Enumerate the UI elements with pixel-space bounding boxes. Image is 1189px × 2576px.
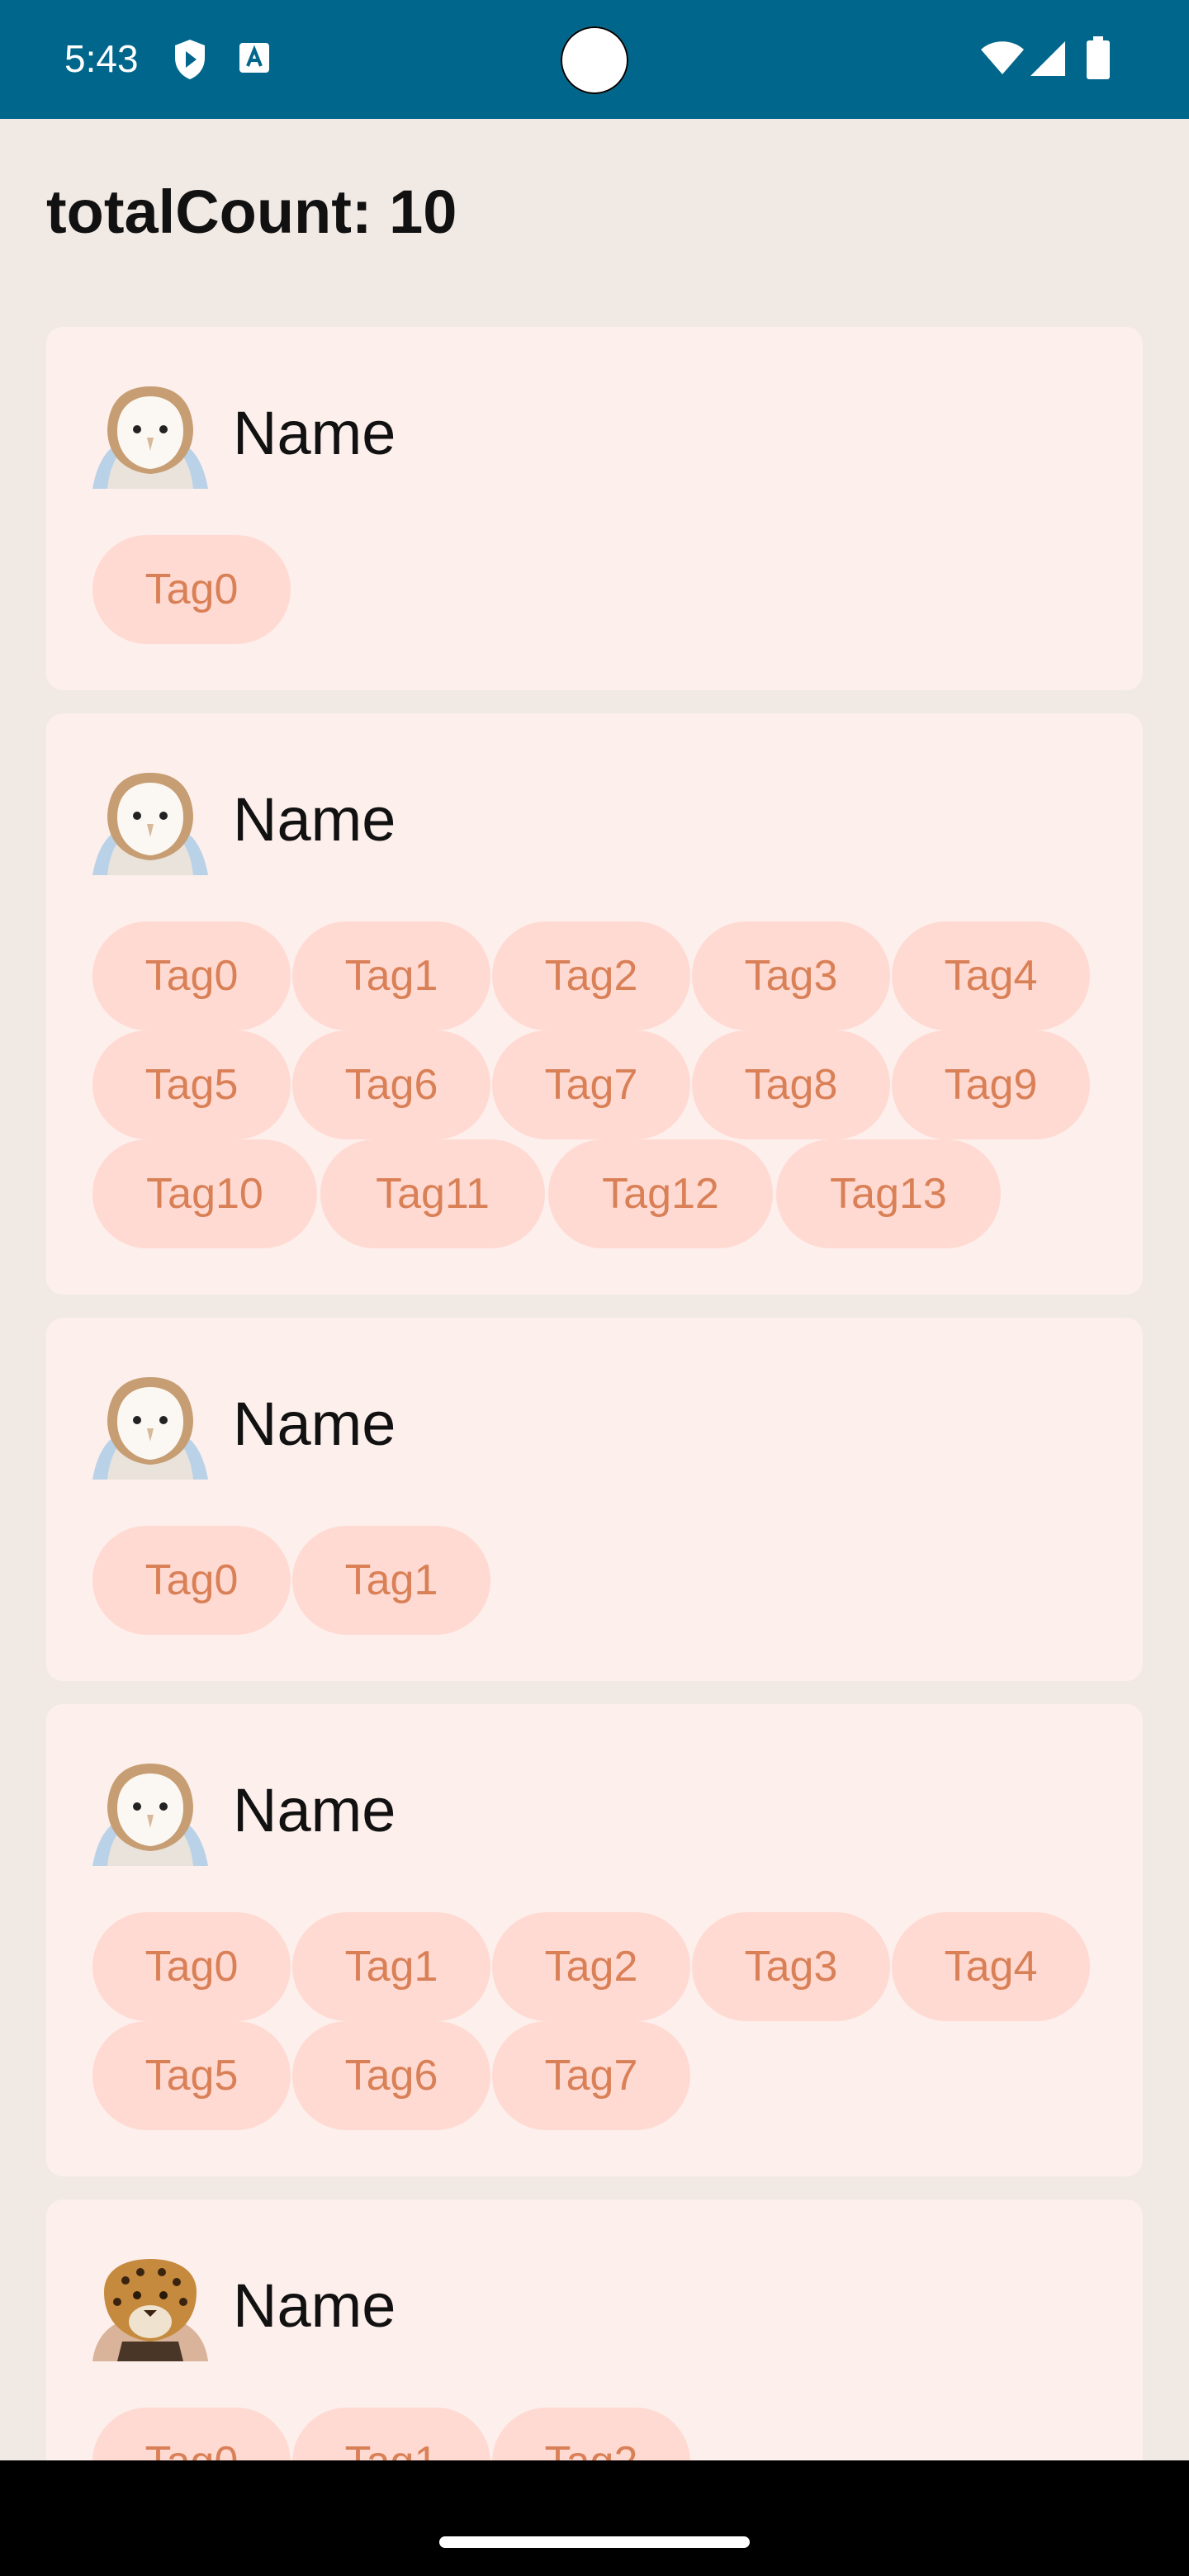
leopard-avatar — [92, 2259, 208, 2361]
tag-chip[interactable]: Tag4 — [892, 921, 1090, 1030]
status-time: 5:43 — [64, 37, 139, 80]
tag-chip[interactable]: Tag0 — [92, 921, 291, 1030]
owl-avatar — [92, 386, 208, 489]
tag-chip[interactable]: Tag5 — [92, 2021, 291, 2130]
battery-icon — [1087, 36, 1110, 83]
tag-chip[interactable]: Tag9 — [892, 1030, 1090, 1139]
card-name: Name — [233, 785, 396, 854]
tag-chip[interactable]: Tag0 — [92, 1912, 291, 2021]
tag-chip[interactable]: Tag7 — [492, 1030, 690, 1139]
tag-chip[interactable]: Tag10 — [92, 1139, 317, 1248]
tag-chip[interactable]: Tag12 — [548, 1139, 773, 1248]
tag-chip[interactable]: Tag2 — [492, 921, 690, 1030]
card-name: Name — [233, 2271, 396, 2340]
owl-avatar — [92, 773, 208, 875]
tag-list-screen[interactable]: totalCount: 10 Name Tag0 Name Tag0 Tag1 … — [0, 119, 1189, 2460]
list-item[interactable]: Name Tag0 — [46, 327, 1143, 690]
card-name: Name — [233, 1390, 396, 1458]
owl-avatar — [92, 1764, 208, 1866]
tag-chip[interactable]: Tag6 — [292, 2021, 490, 2130]
tag-chip[interactable]: Tag13 — [776, 1139, 1001, 1248]
tag-chip[interactable]: Tag1 — [292, 1912, 490, 2021]
tag-chip[interactable]: Tag6 — [292, 1030, 490, 1139]
status-bar: 5:43 — [0, 0, 1189, 119]
tag-chip[interactable]: Tag2 — [492, 2408, 690, 2460]
shield-icon — [172, 38, 208, 85]
tag-chip[interactable]: Tag11 — [320, 1139, 545, 1248]
tag-chip[interactable]: Tag8 — [692, 1030, 890, 1139]
signal-icon — [1029, 40, 1067, 82]
total-count-title: totalCount: 10 — [46, 178, 457, 246]
tag-chip[interactable]: Tag4 — [892, 1912, 1090, 2021]
tag-chip[interactable]: Tag0 — [92, 1526, 291, 1635]
tag-chip[interactable]: Tag3 — [692, 921, 890, 1030]
owl-avatar — [92, 1377, 208, 1480]
tag-chip[interactable]: Tag7 — [492, 2021, 690, 2130]
tag-chip[interactable]: Tag5 — [92, 1030, 291, 1139]
a-square-icon — [238, 41, 271, 78]
tag-chip[interactable]: Tag1 — [292, 2408, 490, 2460]
tag-chip[interactable]: Tag3 — [692, 1912, 890, 2021]
list-item[interactable]: Name Tag0 Tag1 Tag2 Tag3 Tag4 Tag5 Tag6 … — [46, 1704, 1143, 2176]
list-item[interactable]: Name Tag0 Tag1 Tag2 — [46, 2200, 1143, 2460]
list-item[interactable]: Name Tag0 Tag1 Tag2 Tag3 Tag4 Tag5 Tag6 … — [46, 713, 1143, 1295]
camera-cutout — [561, 26, 628, 94]
card-name: Name — [233, 399, 396, 467]
tag-chip[interactable]: Tag0 — [92, 2408, 291, 2460]
navigation-bar — [0, 2460, 1189, 2576]
home-gesture-handle[interactable] — [439, 2536, 750, 2548]
tag-chip[interactable]: Tag1 — [292, 921, 490, 1030]
tag-chip[interactable]: Tag0 — [92, 535, 291, 644]
card-name: Name — [233, 1776, 396, 1844]
wifi-icon — [979, 40, 1026, 80]
tag-chip[interactable]: Tag2 — [492, 1912, 690, 2021]
list-item[interactable]: Name Tag0 Tag1 — [46, 1318, 1143, 1681]
tag-chip[interactable]: Tag1 — [292, 1526, 490, 1635]
